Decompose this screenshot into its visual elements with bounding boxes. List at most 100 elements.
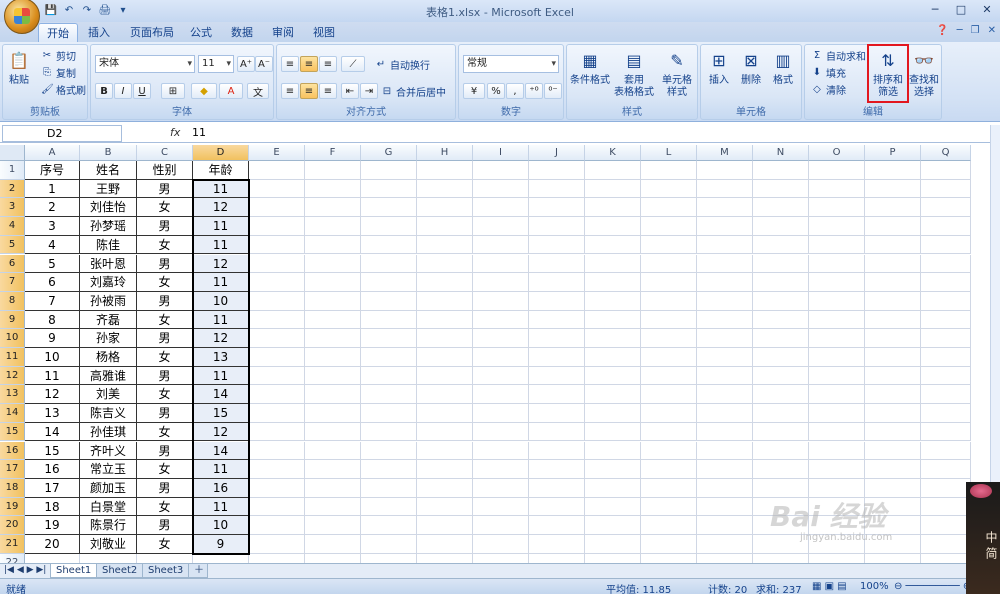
- empty-cell[interactable]: [361, 497, 417, 517]
- conditional-format-button[interactable]: ▦ 条件格式: [569, 49, 611, 87]
- empty-cell[interactable]: [865, 553, 921, 563]
- empty-cell[interactable]: [305, 516, 361, 535]
- workbook-restore-icon[interactable]: ❐: [971, 25, 980, 36]
- empty-cell[interactable]: [417, 460, 473, 479]
- empty-cell[interactable]: [809, 404, 865, 423]
- align-middle-icon[interactable]: ≡: [300, 56, 318, 72]
- empty-cell[interactable]: [473, 273, 529, 292]
- empty-cell[interactable]: [865, 161, 921, 180]
- empty-cell[interactable]: [865, 254, 921, 274]
- empty-cell[interactable]: [809, 179, 865, 199]
- empty-cell[interactable]: [697, 273, 753, 292]
- empty-cell[interactable]: [921, 179, 971, 199]
- table-cell[interactable]: 11: [193, 217, 249, 236]
- empty-cell[interactable]: [305, 348, 361, 367]
- empty-cell[interactable]: [529, 404, 585, 423]
- table-cell[interactable]: 男: [137, 516, 193, 535]
- empty-cell[interactable]: [697, 516, 753, 535]
- empty-cell[interactable]: [641, 516, 697, 535]
- empty-cell[interactable]: [305, 385, 361, 405]
- currency-icon[interactable]: ¥: [463, 83, 485, 99]
- empty-cell[interactable]: [921, 310, 971, 330]
- empty-cell[interactable]: [305, 422, 361, 442]
- table-cell[interactable]: 3: [25, 217, 80, 236]
- empty-cell[interactable]: [697, 385, 753, 405]
- empty-cell[interactable]: [641, 553, 697, 563]
- empty-cell[interactable]: [361, 179, 417, 199]
- empty-cell[interactable]: [249, 366, 305, 386]
- table-cell[interactable]: 陈景行: [80, 516, 137, 535]
- empty-cell[interactable]: [921, 385, 971, 405]
- empty-cell[interactable]: [753, 291, 809, 311]
- column-header-o[interactable]: O: [809, 145, 865, 161]
- sheet-nav-icon[interactable]: |◀ ◀ ▶ ▶|: [4, 565, 46, 575]
- empty-cell[interactable]: [697, 217, 753, 236]
- table-cell[interactable]: 男: [137, 254, 193, 274]
- table-cell[interactable]: 张叶恩: [80, 254, 137, 274]
- header-cell[interactable]: 姓名: [80, 161, 137, 180]
- zoom-level[interactable]: 100%: [860, 581, 889, 592]
- empty-cell[interactable]: [137, 553, 193, 563]
- empty-cell[interactable]: [473, 198, 529, 218]
- row-header-15[interactable]: 15: [0, 422, 25, 442]
- column-header-k[interactable]: K: [585, 145, 641, 161]
- empty-cell[interactable]: [921, 553, 971, 563]
- empty-cell[interactable]: [305, 273, 361, 292]
- empty-cell[interactable]: [697, 366, 753, 386]
- row-header-10[interactable]: 10: [0, 329, 25, 348]
- paste-button[interactable]: 📋 粘贴: [5, 49, 33, 87]
- empty-cell[interactable]: [529, 161, 585, 180]
- column-header-h[interactable]: H: [417, 145, 473, 161]
- table-cell[interactable]: 孙被雨: [80, 291, 137, 311]
- orientation-icon[interactable]: ⟋: [341, 56, 365, 72]
- sheet-tab-3[interactable]: Sheet3: [142, 564, 190, 578]
- empty-cell[interactable]: [529, 478, 585, 498]
- table-cell[interactable]: 10: [193, 516, 249, 535]
- table-cell[interactable]: 孙家: [80, 329, 137, 348]
- empty-cell[interactable]: [753, 310, 809, 330]
- table-cell[interactable]: 11: [193, 235, 249, 255]
- empty-cell[interactable]: [473, 553, 529, 563]
- empty-cell[interactable]: [417, 161, 473, 180]
- table-cell[interactable]: 高雅谁: [80, 366, 137, 386]
- empty-cell[interactable]: [305, 310, 361, 330]
- empty-cell[interactable]: [697, 161, 753, 180]
- empty-cell[interactable]: [753, 460, 809, 479]
- empty-cell[interactable]: [249, 497, 305, 517]
- empty-cell[interactable]: [305, 535, 361, 554]
- empty-cell[interactable]: [585, 553, 641, 563]
- empty-cell[interactable]: [473, 497, 529, 517]
- empty-cell[interactable]: [361, 422, 417, 442]
- table-cell[interactable]: 13: [25, 404, 80, 423]
- empty-cell[interactable]: [249, 516, 305, 535]
- table-cell[interactable]: 9: [193, 535, 249, 554]
- row-header-17[interactable]: 17: [0, 460, 25, 479]
- empty-cell[interactable]: [305, 366, 361, 386]
- empty-cell[interactable]: [641, 273, 697, 292]
- empty-cell[interactable]: [361, 217, 417, 236]
- select-all-corner[interactable]: [0, 145, 25, 161]
- table-cell[interactable]: 6: [25, 273, 80, 292]
- empty-cell[interactable]: [305, 329, 361, 348]
- empty-cell[interactable]: [697, 497, 753, 517]
- empty-cell[interactable]: [361, 348, 417, 367]
- empty-cell[interactable]: [809, 273, 865, 292]
- empty-cell[interactable]: [865, 291, 921, 311]
- empty-cell[interactable]: [249, 478, 305, 498]
- column-header-d[interactable]: D: [193, 145, 249, 161]
- empty-cell[interactable]: [585, 385, 641, 405]
- empty-cell[interactable]: [473, 235, 529, 255]
- empty-cell[interactable]: [753, 441, 809, 461]
- empty-cell[interactable]: [249, 179, 305, 199]
- table-cell[interactable]: 常立玉: [80, 460, 137, 479]
- row-header-2[interactable]: 2: [0, 179, 25, 199]
- copy-button[interactable]: ⎘ 复制: [41, 64, 76, 80]
- empty-cell[interactable]: [249, 553, 305, 563]
- table-cell[interactable]: 5: [25, 254, 80, 274]
- table-cell[interactable]: 11: [193, 179, 249, 199]
- empty-cell[interactable]: [361, 460, 417, 479]
- empty-cell[interactable]: [417, 329, 473, 348]
- empty-cell[interactable]: [753, 553, 809, 563]
- empty-cell[interactable]: [641, 198, 697, 218]
- empty-cell[interactable]: [529, 198, 585, 218]
